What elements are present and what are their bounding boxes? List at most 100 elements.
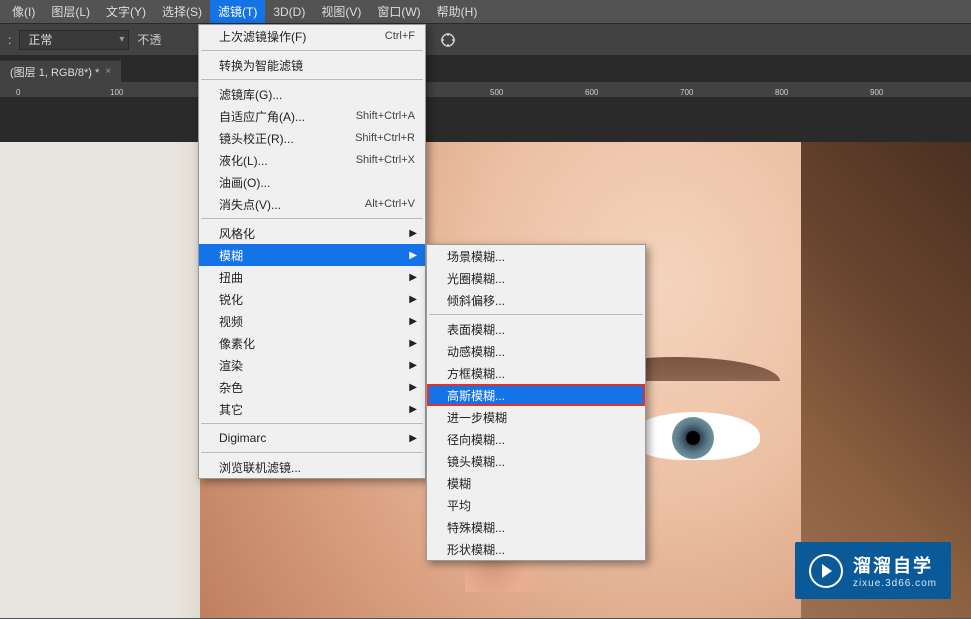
menu-gaussian-blur[interactable]: 高斯模糊... [427,384,645,406]
menu-image[interactable]: 像(I) [4,0,43,23]
submenu-arrow-icon: ▶ [409,228,417,239]
menu-label: 进一步模糊 [447,409,507,426]
menu-oil-paint[interactable]: 油画(O)... [199,171,425,193]
menu-label: 高斯模糊... [447,387,505,404]
menu-separator [201,218,423,219]
menu-liquify[interactable]: 液化(L)... Shift+Ctrl+X [199,149,425,171]
menu-label: 镜头模糊... [447,453,505,470]
menu-label: 转换为智能滤镜 [219,57,303,74]
submenu-arrow-icon: ▶ [409,294,417,305]
menu-shortcut: Shift+Ctrl+R [355,132,415,144]
menu-shortcut: Shift+Ctrl+A [356,110,415,122]
menu-label: 视频 [219,313,243,330]
menu-tilt-shift[interactable]: 倾斜偏移... [427,289,645,311]
menu-browse-online[interactable]: 浏览联机滤镜... [199,456,425,478]
options-divider: : [8,33,11,47]
ruler-tick: 0 [16,88,20,97]
menu-label: 浏览联机滤镜... [219,459,301,476]
menu-sharpen[interactable]: 锐化 ▶ [199,288,425,310]
tab-title: (图层 1, RGB/8*) * [10,64,99,80]
menu-label: 液化(L)... [219,152,268,169]
ruler-tick: 900 [870,88,883,97]
menu-label: 扭曲 [219,269,243,286]
submenu-arrow-icon: ▶ [409,272,417,283]
menu-separator [201,79,423,80]
menu-shortcut: Shift+Ctrl+X [356,154,415,166]
submenu-arrow-icon: ▶ [409,338,417,349]
menu-vanishing-point[interactable]: 消失点(V)... Alt+Ctrl+V [199,193,425,215]
menu-other[interactable]: 其它 ▶ [199,398,425,420]
menu-separator [201,452,423,453]
tab-close-icon[interactable]: × [105,66,111,77]
menu-label: 自适应广角(A)... [219,108,305,125]
menu-label: 像素化 [219,335,255,352]
target-icon[interactable] [439,31,457,49]
menu-shortcut: Alt+Ctrl+V [365,198,415,210]
play-icon [809,554,843,588]
menu-label: 模糊 [447,475,471,492]
menu-render[interactable]: 渲染 ▶ [199,354,425,376]
blur-submenu: 场景模糊... 光圈模糊... 倾斜偏移... 表面模糊... 动感模糊... … [426,244,646,561]
menu-iris-blur[interactable]: 光圈模糊... [427,267,645,289]
menu-motion-blur[interactable]: 动感模糊... [427,340,645,362]
filter-dropdown-menu: 上次滤镜操作(F) Ctrl+F 转换为智能滤镜 滤镜库(G)... 自适应广角… [198,24,426,479]
menu-text[interactable]: 文字(Y) [98,0,154,23]
menu-label: 消失点(V)... [219,196,281,213]
menu-label: 模糊 [219,247,243,264]
menubar: 像(I) 图层(L) 文字(Y) 选择(S) 滤镜(T) 3D(D) 视图(V)… [0,0,971,24]
menu-shape-blur[interactable]: 形状模糊... [427,538,645,560]
menu-lens-blur[interactable]: 镜头模糊... [427,450,645,472]
submenu-arrow-icon: ▶ [409,382,417,393]
blend-mode-dropdown[interactable]: 正常 [19,30,129,50]
menu-lens-correction[interactable]: 镜头校正(R)... Shift+Ctrl+R [199,127,425,149]
menu-label: 其它 [219,401,243,418]
menu-distort[interactable]: 扭曲 ▶ [199,266,425,288]
menu-label: 镜头校正(R)... [219,130,294,147]
menu-blur-more[interactable]: 进一步模糊 [427,406,645,428]
menu-label: 风格化 [219,225,255,242]
menu-noise[interactable]: 杂色 ▶ [199,376,425,398]
menu-pixelate[interactable]: 像素化 ▶ [199,332,425,354]
menu-label: 方框模糊... [447,365,505,382]
menu-digimarc[interactable]: Digimarc ▶ [199,427,425,449]
ruler-tick: 800 [775,88,788,97]
menu-blur[interactable]: 模糊 ▶ [199,244,425,266]
menu-stylize[interactable]: 风格化 ▶ [199,222,425,244]
menu-video[interactable]: 视频 ▶ [199,310,425,332]
menu-average[interactable]: 平均 [427,494,645,516]
submenu-arrow-icon: ▶ [409,404,417,415]
menu-view[interactable]: 视图(V) [313,0,369,23]
menu-label: 特殊模糊... [447,519,505,536]
menu-filter-gallery[interactable]: 滤镜库(G)... [199,83,425,105]
menu-filter[interactable]: 滤镜(T) [210,0,265,23]
ruler-tick: 700 [680,88,693,97]
menu-blur-basic[interactable]: 模糊 [427,472,645,494]
menu-surface-blur[interactable]: 表面模糊... [427,318,645,340]
menu-adaptive-wide-angle[interactable]: 自适应广角(A)... Shift+Ctrl+A [199,105,425,127]
menu-help[interactable]: 帮助(H) [429,0,486,23]
menu-layer[interactable]: 图层(L) [43,0,98,23]
menu-smart-filter[interactable]: 转换为智能滤镜 [199,54,425,76]
menu-window[interactable]: 窗口(W) [369,0,428,23]
menu-separator [429,314,643,315]
watermark-url: zixue.3d66.com [853,578,937,589]
document-tab[interactable]: (图层 1, RGB/8*) * × [0,60,121,82]
menu-select[interactable]: 选择(S) [154,0,210,23]
ruler-tick: 500 [490,88,503,97]
menu-label: Digimarc [219,431,266,445]
submenu-arrow-icon: ▶ [409,316,417,327]
menu-smart-blur[interactable]: 特殊模糊... [427,516,645,538]
menu-box-blur[interactable]: 方框模糊... [427,362,645,384]
menu-separator [201,50,423,51]
menu-label: 杂色 [219,379,243,396]
menu-field-blur[interactable]: 场景模糊... [427,245,645,267]
menu-last-filter[interactable]: 上次滤镜操作(F) Ctrl+F [199,25,425,47]
horizontal-ruler: 0 100 200 300 400 500 600 700 800 900 [0,82,971,98]
menu-label: 滤镜库(G)... [219,86,282,103]
menu-3d[interactable]: 3D(D) [265,2,313,22]
menu-label: 表面模糊... [447,321,505,338]
submenu-arrow-icon: ▶ [409,360,417,371]
menu-label: 渲染 [219,357,243,374]
menu-label: 径向模糊... [447,431,505,448]
menu-radial-blur[interactable]: 径向模糊... [427,428,645,450]
